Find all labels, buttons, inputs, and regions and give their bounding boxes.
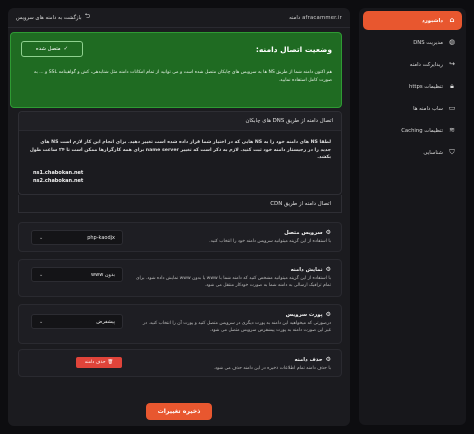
trash-icon: 🗑︎ [107, 360, 114, 365]
sidebar-item-label: شناسایی [423, 149, 443, 156]
sidebar-item-subdomains[interactable]: ▭ ساب دامنه ها [363, 99, 462, 118]
setting-description: با استفاده از این گزینه میتوانید مشخص کن… [136, 276, 331, 288]
port-select[interactable]: پیشفرض ⌄ [31, 314, 123, 329]
check-icon: ✓ [63, 46, 69, 52]
connected-label: متصل شده [35, 46, 61, 52]
back-link[interactable]: ⮌ بازگشت به دامنه های سرویس [16, 12, 90, 23]
delete-label: حذف دامنه [84, 360, 106, 365]
connected-badge[interactable]: ✓ متصل شده [21, 41, 83, 57]
select-value: بدون www [91, 271, 115, 278]
save-button[interactable]: ذخیره تغییرات [146, 403, 212, 420]
gear-icon: ⚙ [325, 229, 331, 236]
chevron-down-icon: ⌄ [39, 318, 44, 325]
sidebar-item-label: مدیریت DNS [413, 39, 443, 46]
sidebar-item-dashboard[interactable]: ⌂ داشبورد [363, 11, 462, 30]
sidebar-item-label: تنظیمات https [408, 83, 443, 90]
setting-service-port: ⚙ پورت سرویس درصورتی که میخواهید این دام… [18, 304, 342, 344]
status-description: هم اکنون دامنه شما از طریق NS ها به سروی… [34, 70, 332, 83]
ns-record: ns1.chabokan.net [33, 169, 84, 176]
sidebar-item-https[interactable]: 🔒︎ تنظیمات https [363, 77, 462, 96]
select-value: پیشفرض [96, 318, 115, 325]
dns-connect-card: اتصال دامنه از طریق DNS های چابکان لطفا … [18, 111, 342, 195]
folder-icon: ▭ [448, 104, 456, 112]
setting-delete-domain: ⚙ حذف دامنه با حذف دامنه تمام اطلاعات ذخ… [18, 349, 342, 377]
sidebar-item-label: تنظیمات Caching [401, 127, 443, 134]
setting-description: درصورتی که میخواهید این دامنه به پورت دی… [142, 321, 331, 333]
sidebar-item-label: داشبورد [422, 17, 443, 24]
dns-section-title: اتصال دامنه از طریق DNS های چابکان [19, 112, 341, 131]
sidebar-item-identify[interactable]: ⛉ شناسایی [363, 143, 462, 162]
sidebar-item-label: ساب دامنه ها [413, 105, 443, 112]
dns-body-text: لطفا NS های دامنه خود را به NS هایی که د… [29, 140, 331, 160]
database-icon: ≋ [449, 126, 455, 134]
sidebar-item-dns[interactable]: ◍ مدیریت DNS [363, 33, 462, 52]
home-icon: ⌂ [449, 16, 455, 24]
redirect-icon: ↪ [449, 60, 455, 68]
back-label: بازگشت به دامنه های سرویس [16, 14, 82, 21]
dns-instructions: لطفا NS های دامنه خود را به NS هایی که د… [19, 131, 341, 193]
delete-domain-button[interactable]: 🗑︎ حذف دامنه [76, 357, 122, 368]
domain-title: afracammer.ir دامنه [289, 14, 342, 21]
select-value: php-kaodjx [87, 234, 115, 241]
gear-icon: ⚙ [325, 266, 331, 273]
topbar: afracammer.ir دامنه ⮌ بازگشت به دامنه ها… [8, 8, 350, 28]
ns-record: ns2.chabokan.net [33, 177, 84, 184]
connection-status-card: وضعیت اتصال دامنه: ✓ متصل شده هم اکنون د… [10, 32, 342, 108]
setting-description: با استفاده از این گزینه میتوانید سرویس د… [209, 239, 331, 244]
setting-title: نمایش دامنه [290, 266, 323, 273]
setting-domain-display: ⚙ نمایش دامنه با استفاده از این گزینه می… [18, 259, 342, 297]
chevron-down-icon: ⌄ [39, 234, 44, 241]
setting-connected-service: ⚙ سرویس متصل با استفاده از این گزینه میت… [18, 222, 342, 252]
back-arrow-icon: ⮌ [84, 12, 91, 20]
chevron-down-icon: ⌄ [39, 271, 44, 278]
gear-icon: ⚙ [325, 356, 331, 363]
globe-icon: ◍ [448, 38, 456, 46]
status-title: وضعیت اتصال دامنه: [255, 45, 332, 54]
shield-icon: ⛉ [449, 148, 455, 156]
cdn-section-title: اتصال دامنه از طریق CDN [18, 195, 342, 213]
display-select[interactable]: بدون www ⌄ [31, 267, 123, 282]
sidebar-item-label: ریدایرکت دامنه [409, 61, 443, 68]
gear-icon: ⚙ [325, 311, 331, 318]
sidebar-item-caching[interactable]: ≋ تنظیمات Caching [363, 121, 462, 140]
setting-title: پورت سرویس [285, 311, 323, 318]
sidebar: ⌂ داشبورد ◍ مدیریت DNS ↪ ریدایرکت دامنه … [359, 8, 466, 425]
service-select[interactable]: php-kaodjx ⌄ [31, 230, 123, 245]
lock-icon: 🔒︎ [450, 82, 454, 90]
setting-title: حذف دامنه [294, 356, 323, 363]
setting-title: سرویس متصل [284, 229, 323, 236]
setting-description: با حذف دامنه تمام اطلاعات ذخیره در این د… [213, 366, 331, 371]
ns-list: ns1.chabokan.net ns2.chabokan.net [29, 169, 331, 185]
sidebar-item-redirect[interactable]: ↪ ریدایرکت دامنه [363, 55, 462, 74]
